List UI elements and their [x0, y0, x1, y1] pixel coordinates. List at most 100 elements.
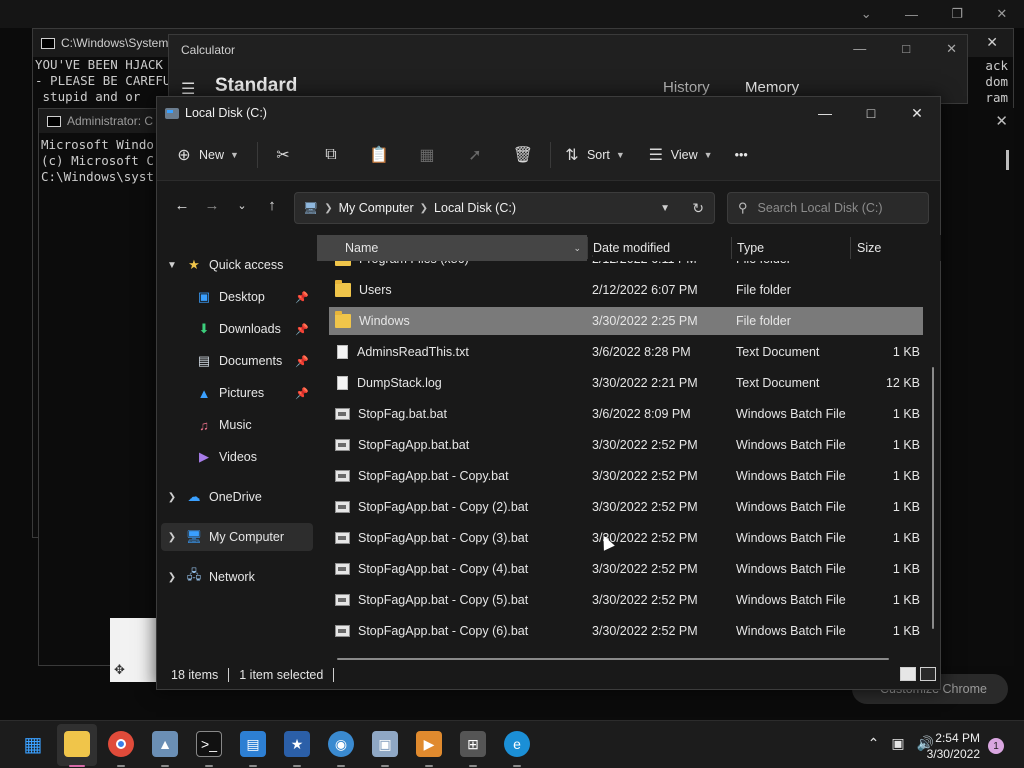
more-options-button[interactable]: •••: [735, 148, 748, 162]
view-button[interactable]: ☰ View ▼: [647, 145, 713, 165]
column-header-type[interactable]: Type: [737, 235, 847, 261]
calculator-memory-tab[interactable]: Memory: [745, 79, 799, 96]
media-player-icon[interactable]: ▶: [416, 731, 442, 757]
sidebar-item-desktop[interactable]: ▣ Desktop 📌: [161, 283, 313, 311]
notification-badge[interactable]: 1: [988, 738, 1004, 754]
close-button[interactable]: ✕: [894, 97, 940, 129]
sidebar-item-documents[interactable]: ▤ Documents 📌: [161, 347, 313, 375]
chrome-icon[interactable]: [108, 731, 134, 757]
file-row[interactable]: AdminsReadThis.txt 3/6/2022 8:28 PM Text…: [329, 338, 923, 366]
file-explorer-window[interactable]: Local Disk (C:) — □ ✕ ⊕ New ▼ ✂ ⧉ 📋 ▦ ➚ …: [156, 96, 941, 690]
photos-icon[interactable]: ▲: [152, 731, 178, 757]
sidebar-item-onedrive[interactable]: ❯ ☁ OneDrive: [161, 483, 313, 511]
clock[interactable]: 2:54 PM 3/30/2022: [927, 730, 980, 762]
windows-start-icon[interactable]: ▦: [20, 731, 46, 757]
clock-time: 2:54 PM: [935, 731, 980, 745]
globe-icon[interactable]: ◉: [328, 731, 354, 757]
file-row[interactable]: StopFagApp.bat - Copy (2).bat 3/30/2022 …: [329, 493, 923, 521]
forward-button[interactable]: →: [197, 197, 227, 214]
chevron-down-icon[interactable]: ⌄: [861, 6, 872, 22]
calculator-history-tab[interactable]: History: [663, 79, 710, 96]
search-box[interactable]: ⚲ Search Local Disk (C:): [727, 192, 929, 224]
cmd-window-2[interactable]: Administrator: C Microsoft Windo (c) Micr…: [38, 108, 168, 666]
new-button[interactable]: ⊕ New ▼: [175, 145, 239, 165]
rename-icon[interactable]: ▦: [414, 145, 440, 165]
close-icon[interactable]: ✕: [995, 112, 1008, 130]
vertical-scrollbar[interactable]: [932, 367, 934, 629]
delete-icon[interactable]: 🗑: [510, 145, 536, 165]
file-row[interactable]: StopFagApp.bat - Copy (6).bat 3/30/2022 …: [329, 617, 923, 645]
file-row[interactable]: StopFag.bat.bat 3/6/2022 8:09 PM Windows…: [329, 400, 923, 428]
sidebar-item-downloads[interactable]: ⬇ Downloads 📌: [161, 315, 313, 343]
address-bar[interactable]: 🖥 ❯ My Computer ❯ Local Disk (C:) ▼ ↻: [294, 192, 715, 224]
file-row[interactable]: Users 2/12/2022 6:07 PM File folder: [329, 276, 923, 304]
sidebar-item-pictures[interactable]: ▲ Pictures 📌: [161, 379, 313, 407]
share-icon[interactable]: ➚: [462, 145, 488, 165]
image-viewer-icon[interactable]: ▣: [372, 731, 398, 757]
minimize-button[interactable]: —: [802, 97, 848, 129]
taskbar-running-indicator: [425, 765, 433, 767]
file-row[interactable]: StopFagApp.bat - Copy (4).bat 3/30/2022 …: [329, 555, 923, 583]
cut-icon[interactable]: ✂: [270, 145, 296, 165]
chevron-down-icon[interactable]: ▼: [660, 203, 670, 214]
monitor-icon[interactable]: ▣: [891, 735, 904, 752]
column-header-size[interactable]: Size: [857, 235, 941, 261]
network-diagram-icon[interactable]: ★: [284, 731, 310, 757]
close-icon[interactable]: ✕: [946, 41, 957, 57]
restore-icon[interactable]: ❐: [951, 6, 963, 22]
recent-locations-button[interactable]: ⌄: [227, 199, 257, 212]
terminal-icon[interactable]: >_: [196, 731, 222, 757]
column-header-name[interactable]: ⌃ Name ⌄: [317, 235, 587, 261]
back-button[interactable]: ←: [167, 197, 197, 214]
minimize-icon[interactable]: —: [905, 7, 918, 22]
file-row[interactable]: StopFagApp.bat - Copy.bat 3/30/2022 2:52…: [329, 462, 923, 490]
edge-icon[interactable]: e: [504, 731, 530, 757]
chevron-down-icon[interactable]: ▼: [161, 260, 183, 271]
cmd-line: Microsoft Windo: [41, 137, 154, 152]
copy-icon[interactable]: ⧉: [318, 146, 344, 164]
sidebar-item-quick-access[interactable]: ▼ ★ Quick access: [161, 251, 313, 279]
file-row-selected[interactable]: Windows 3/30/2022 2:25 PM File folder: [329, 307, 923, 335]
column-header-date[interactable]: Date modified: [593, 235, 729, 261]
paste-icon[interactable]: 📋: [366, 145, 392, 165]
tiles-view-icon[interactable]: [920, 667, 936, 681]
file-row[interactable]: StopFagApp.bat - Copy (3).bat 3/30/2022 …: [329, 524, 923, 552]
details-view-icon[interactable]: [900, 667, 916, 681]
close-icon[interactable]: ✕: [996, 6, 1007, 22]
chevron-right-icon[interactable]: ❯: [161, 572, 183, 583]
column-divider[interactable]: [731, 237, 732, 259]
up-button[interactable]: ↑: [257, 197, 287, 214]
breadcrumb-local-disk[interactable]: Local Disk (C:): [434, 201, 516, 215]
file-row[interactable]: DumpStack.log 3/30/2022 2:21 PM Text Doc…: [329, 369, 923, 397]
column-divider[interactable]: [850, 237, 851, 259]
explorer-titlebar[interactable]: Local Disk (C:) — □ ✕: [157, 97, 940, 129]
notepad-icon[interactable]: ▤: [240, 731, 266, 757]
sidebar-item-videos[interactable]: ▶ Videos: [161, 443, 313, 471]
sort-button[interactable]: ⇅ Sort ▼: [563, 145, 625, 165]
chevron-right-icon[interactable]: ❯: [161, 532, 183, 543]
refresh-icon[interactable]: ↻: [692, 200, 704, 217]
chevron-right-icon[interactable]: ❯: [161, 492, 183, 503]
maximize-icon[interactable]: □: [902, 41, 910, 57]
breadcrumb-my-computer[interactable]: My Computer: [339, 201, 414, 215]
file-row[interactable]: StopFagApp.bat.bat 3/30/2022 2:52 PM Win…: [329, 431, 923, 459]
file-explorer-icon[interactable]: [64, 731, 90, 757]
column-divider[interactable]: [587, 237, 588, 259]
sidebar-item-my-computer[interactable]: ❯ 🖥 My Computer: [161, 523, 313, 551]
horizontal-scrollbar[interactable]: [337, 658, 889, 660]
close-icon[interactable]: ✕: [986, 34, 998, 51]
chevron-down-icon[interactable]: ⌄: [573, 243, 581, 254]
cmd-window-2-titlebar[interactable]: Administrator: C: [39, 109, 167, 133]
calculator-window[interactable]: Calculator — □ ✕ ☰ Standard History Memo…: [168, 34, 968, 104]
maximize-button[interactable]: □: [848, 97, 894, 129]
more-icon: •••: [734, 147, 748, 162]
scrollbar-thumb[interactable]: [1006, 150, 1009, 170]
cmd-window-right[interactable]: [940, 108, 1014, 666]
move-icon[interactable]: ✥: [114, 662, 125, 678]
sidebar-item-network[interactable]: ❯ 🖧 Network: [161, 563, 313, 591]
sidebar-item-music[interactable]: ♫ Music: [161, 411, 313, 439]
chevron-up-icon[interactable]: ⌃: [868, 735, 880, 752]
calculator-icon[interactable]: ⊞: [460, 731, 486, 757]
file-row[interactable]: StopFagApp.bat - Copy (5).bat 3/30/2022 …: [329, 586, 923, 614]
minimize-icon[interactable]: —: [853, 41, 866, 57]
